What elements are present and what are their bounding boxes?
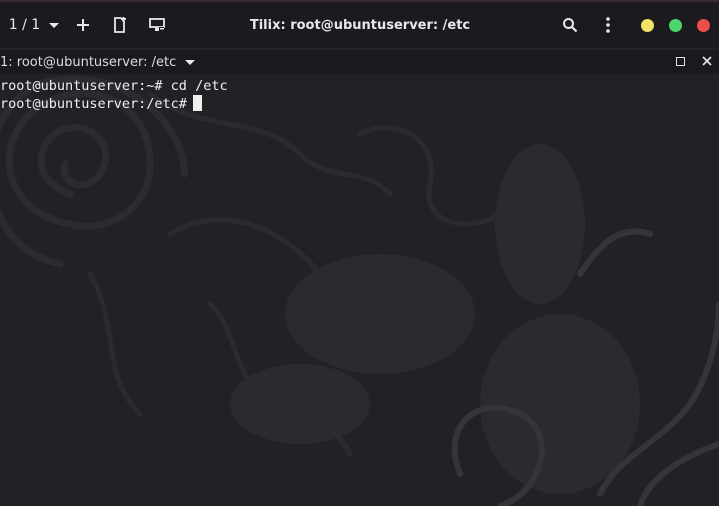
new-session-icon bbox=[114, 17, 126, 33]
terminal-title-label: 1: root@ubuntuserver: /etc bbox=[0, 54, 177, 70]
maximize-terminal-button[interactable] bbox=[676, 57, 685, 66]
plus-icon bbox=[77, 19, 89, 31]
chevron-down-icon bbox=[185, 59, 196, 65]
kebab-menu-icon bbox=[606, 17, 610, 33]
terminal-title-menu[interactable]: 1: root@ubuntuserver: /etc bbox=[0, 50, 196, 74]
terminal-cursor bbox=[192, 95, 202, 111]
background-artwork bbox=[0, 75, 719, 506]
window-title: Tilix: root@ubuntuserver: /etc bbox=[249, 17, 471, 33]
main-menu-button[interactable] bbox=[598, 2, 618, 48]
search-icon bbox=[563, 18, 578, 33]
sync-input-button[interactable] bbox=[145, 2, 169, 48]
search-button[interactable] bbox=[559, 2, 581, 48]
header-bar: 1 / 1 Tilix: root@ubuntuserver: /etc bbox=[0, 0, 719, 48]
tilix-window: 1 / 1 Tilix: root@ubuntuserver: /etc 1: … bbox=[0, 0, 719, 506]
add-terminal-button[interactable] bbox=[72, 2, 94, 48]
terminal-line: root@ubuntuserver:~# cd /etc bbox=[0, 78, 228, 94]
minimize-button[interactable] bbox=[641, 19, 654, 32]
session-counter-label: 1 / 1 bbox=[8, 17, 41, 33]
sync-input-icon bbox=[149, 18, 165, 31]
close-window-button[interactable] bbox=[697, 19, 710, 32]
terminal-title-bar: 1: root@ubuntuserver: /etc bbox=[0, 50, 719, 74]
close-terminal-button[interactable] bbox=[700, 53, 714, 69]
terminal-view[interactable]: root@ubuntuserver:~# cd /etc root@ubuntu… bbox=[0, 74, 719, 506]
new-session-button[interactable] bbox=[109, 2, 131, 48]
maximize-button[interactable] bbox=[669, 19, 682, 32]
terminal-prompt-line: root@ubuntuserver:/etc# bbox=[0, 95, 202, 113]
terminal-prompt: root@ubuntuserver:/etc# bbox=[0, 96, 187, 112]
session-switcher[interactable]: 1 / 1 bbox=[6, 2, 62, 48]
chevron-down-icon bbox=[49, 22, 60, 28]
close-icon bbox=[702, 56, 712, 66]
